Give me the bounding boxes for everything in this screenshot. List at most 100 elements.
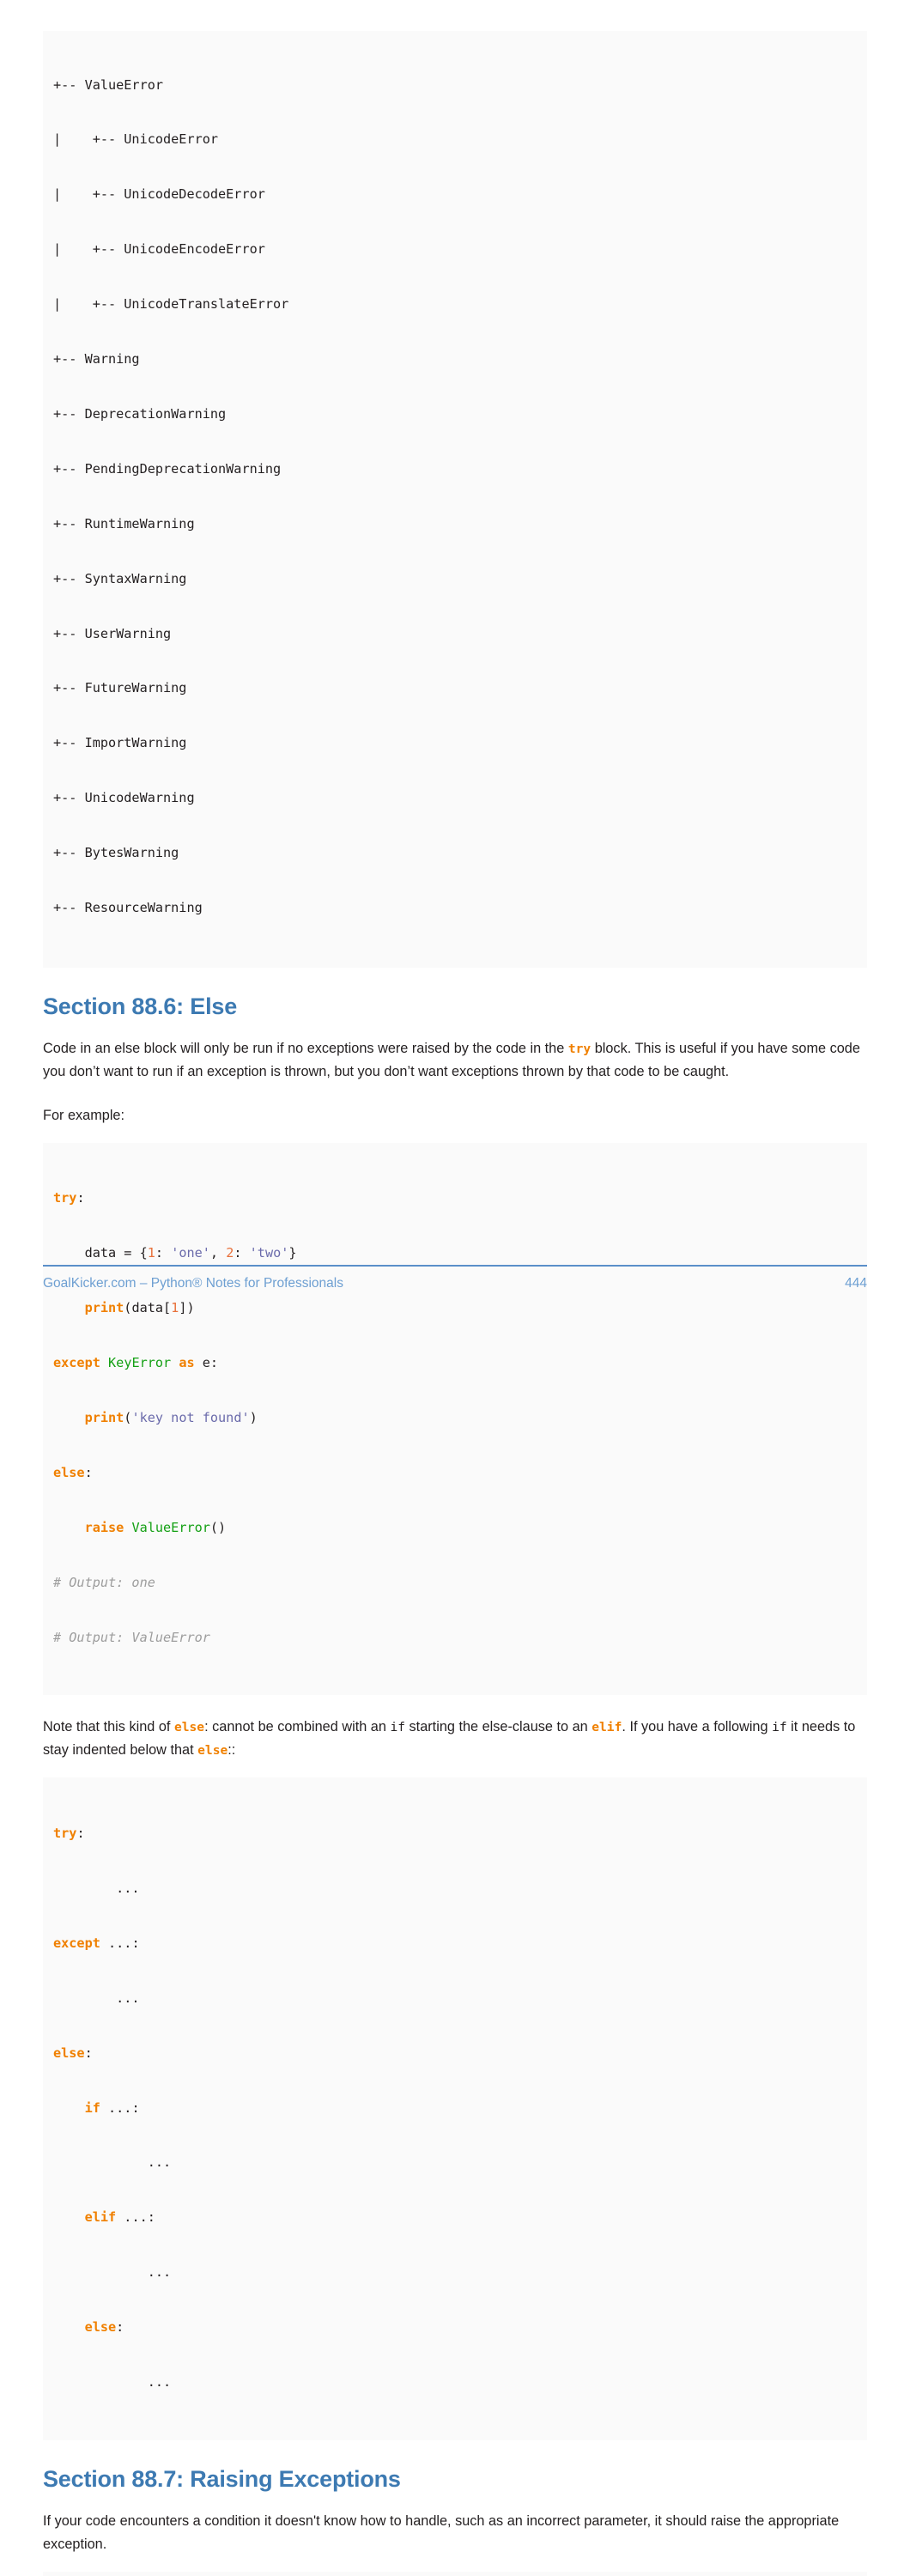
code-string: 'key not found' <box>131 1410 250 1425</box>
inline-code-if-2: if <box>772 1720 787 1735</box>
code-number: 1 <box>171 1300 179 1316</box>
code-comment: # Output: ValueError <box>53 1629 210 1645</box>
code-line: else: <box>43 2044 867 2063</box>
else-intro-paragraph: Code in an else block will only be run i… <box>43 1037 867 1084</box>
else-skeleton-code-block: try: ... except ...: ... else: if ...: .… <box>43 1777 867 2440</box>
section-heading-raising-exceptions: Section 88.7: Raising Exceptions <box>43 2465 401 2492</box>
exception-keyerror: KeyError <box>108 1355 172 1371</box>
code-punct: : <box>116 2319 124 2336</box>
code-punct: : <box>84 2044 93 2061</box>
code-punct: ) <box>249 1410 258 1425</box>
code-line: ... <box>53 1990 140 2006</box>
raising-intro-paragraph: If your code encounters a condition it d… <box>43 2512 840 2552</box>
code-line: ... <box>53 2264 172 2281</box>
code-line: +-- FutureWarning <box>53 680 187 696</box>
code-line: +-- UserWarning <box>53 625 172 641</box>
document-page: +-- ValueError | +-- UnicodeError | +-- … <box>0 31 910 2576</box>
paragraph-text: :: <box>228 1742 236 1759</box>
code-punct: : <box>84 1464 93 1480</box>
section-heading-else: Section 88.6: Else <box>43 993 238 1019</box>
code-line: +-- ImportWarning <box>53 735 187 751</box>
paragraph-text: Note that this kind of <box>43 1719 174 1735</box>
code-line: +-- UnicodeWarning <box>53 790 195 806</box>
code-line: +-- ValueError <box>53 76 164 93</box>
keyword-except: except <box>53 1935 100 1951</box>
footer-book-title: GoalKicker.com – Python® Notes for Profe… <box>43 1276 343 1291</box>
code-line: # Output: ValueError <box>43 1629 867 1647</box>
code-line: print(data[1]) <box>43 1299 867 1317</box>
code-text: ...: <box>100 1935 140 1951</box>
code-line: | +-- UnicodeTranslateError <box>53 296 289 313</box>
page-footer: GoalKicker.com – Python® Notes for Profe… <box>43 1265 867 1291</box>
paragraph-text: : cannot be combined with an <box>204 1719 391 1735</box>
keyword-except: except <box>53 1355 100 1371</box>
code-line: except KeyError as e: <box>43 1354 867 1372</box>
keyword-as: as <box>179 1355 195 1371</box>
raising-example-code-block: def even_the_odds(odds): if odds % 2 != … <box>43 2571 867 2576</box>
keyword-else: else <box>53 2044 85 2061</box>
exception-valueerror: ValueError <box>131 1519 210 1535</box>
code-line: elif ...: <box>43 2208 867 2227</box>
inline-code-else-2: else <box>197 1743 228 1759</box>
code-line: +-- RuntimeWarning <box>53 515 195 532</box>
footer-page-number: 444 <box>845 1276 867 1291</box>
code-line: +-- Warning <box>53 351 140 368</box>
builtin-print: print <box>84 1410 124 1425</box>
code-number: 1 <box>147 1245 155 1261</box>
code-line: +-- SyntaxWarning <box>53 570 187 586</box>
inline-code-try: try <box>567 1041 592 1056</box>
keyword-try: try <box>53 1826 77 1842</box>
code-punct: } <box>288 1245 297 1261</box>
code-line: +-- DeprecationWarning <box>53 405 227 422</box>
code-punct: , <box>209 1245 227 1261</box>
keyword-raise: raise <box>84 1519 124 1535</box>
code-line: data = {1: 'one', 2: 'two'} <box>43 1244 867 1262</box>
code-text: ...: <box>116 2209 155 2226</box>
code-punct: : <box>155 1245 172 1261</box>
inline-code-else: else <box>173 1720 205 1735</box>
code-string: 'two' <box>249 1245 289 1261</box>
code-line: ... <box>53 2154 172 2171</box>
code-text: e: <box>194 1355 219 1371</box>
code-line: | +-- UnicodeDecodeError <box>53 186 265 203</box>
keyword-try: try <box>53 1190 77 1206</box>
inline-code-elif: elif <box>592 1720 622 1735</box>
code-line: +-- BytesWarning <box>53 845 179 861</box>
code-punct: () <box>209 1519 227 1535</box>
code-punct: : <box>76 1826 85 1842</box>
code-line: print('key not found') <box>43 1409 867 1427</box>
paragraph-text: . If you have a following <box>622 1719 773 1735</box>
paragraph-text: Code in an else block will only be run i… <box>43 1040 568 1056</box>
code-line: ... <box>53 2373 172 2390</box>
code-line: else: <box>43 1464 867 1482</box>
code-string: 'one' <box>171 1245 210 1261</box>
code-text: ...: <box>100 2099 140 2116</box>
for-example-paragraph: For example: <box>43 1107 125 1123</box>
code-line: raise ValueError() <box>43 1519 867 1537</box>
code-punct: : <box>76 1190 85 1206</box>
code-line: try: <box>43 1189 867 1207</box>
keyword-else: else <box>53 1464 85 1480</box>
code-line: try: <box>43 1825 867 1843</box>
inline-code-if: if <box>390 1720 406 1735</box>
code-punct: ]) <box>179 1300 195 1316</box>
code-punct: ( <box>124 1410 132 1425</box>
code-punct: : <box>234 1245 250 1261</box>
code-line: ... <box>53 1880 140 1896</box>
code-line: except ...: <box>43 1935 867 1953</box>
code-text: (data[ <box>124 1300 172 1316</box>
code-line: | +-- UnicodeEncodeError <box>53 241 265 258</box>
keyword-else: else <box>84 2319 117 2336</box>
builtin-print: print <box>84 1300 124 1316</box>
code-line: +-- PendingDeprecationWarning <box>53 460 282 477</box>
code-line: +-- ResourceWarning <box>53 899 203 915</box>
exception-tree-code-block: +-- ValueError | +-- UnicodeError | +-- … <box>43 31 867 968</box>
keyword-elif: elif <box>84 2209 117 2226</box>
